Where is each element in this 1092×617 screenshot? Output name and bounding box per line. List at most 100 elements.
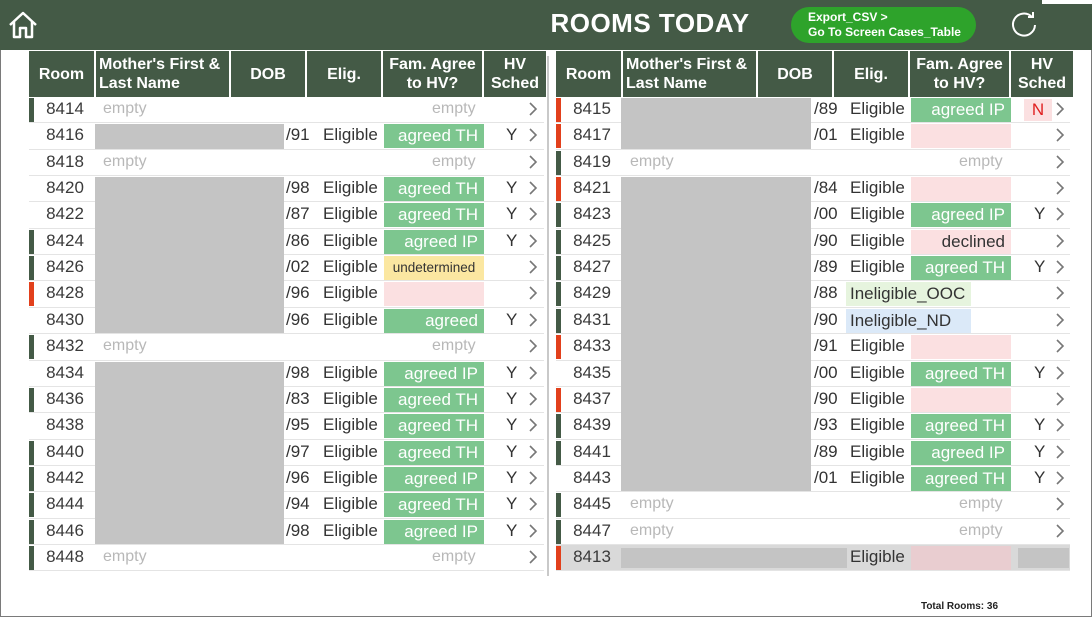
chevron-right-icon[interactable] — [526, 311, 540, 329]
room-number: 8431 — [573, 309, 611, 329]
chevron-right-icon[interactable] — [1053, 522, 1067, 540]
table-row[interactable]: 8447 empty empty — [556, 519, 1070, 545]
chevron-right-icon[interactable] — [1053, 469, 1067, 487]
chevron-right-icon[interactable] — [526, 126, 540, 144]
chevron-right-icon[interactable] — [1053, 153, 1067, 171]
hv-sched-value: Y — [506, 467, 518, 487]
chevron-right-icon[interactable] — [526, 416, 540, 434]
table-row[interactable]: 8418 empty empty — [29, 150, 544, 177]
chevron-right-icon[interactable] — [1053, 284, 1067, 302]
fam-agree-status — [911, 124, 1011, 149]
room-number: 8425 — [573, 230, 611, 250]
col-elig: Elig. — [307, 51, 383, 97]
table-row[interactable]: 8419 empty empty — [556, 150, 1070, 177]
chevron-right-icon[interactable] — [526, 548, 540, 566]
eligibility-value: Eligible — [850, 388, 905, 408]
chevron-right-icon[interactable] — [1053, 311, 1067, 329]
refresh-icon[interactable] — [1008, 8, 1040, 40]
room-number: 8432 — [46, 336, 84, 356]
room-number: 8442 — [46, 467, 84, 487]
hv-sched-value: Y — [1034, 441, 1046, 461]
eligibility-value: Eligible — [323, 257, 378, 277]
col-room: Room — [29, 51, 96, 97]
col-mother: Mother's First & Last Name — [623, 51, 758, 97]
chevron-right-icon[interactable] — [526, 284, 540, 302]
chevron-right-icon[interactable] — [526, 100, 540, 118]
status-marker — [556, 98, 561, 122]
chevron-right-icon[interactable] — [526, 522, 540, 540]
chevron-right-icon[interactable] — [526, 495, 540, 513]
total-rooms-label: Total Rooms: 36 — [920, 601, 998, 612]
eligibility-value: Eligible — [850, 546, 905, 566]
room-number: 8422 — [46, 204, 84, 224]
fam-agree-status: agreed — [384, 308, 484, 333]
status-marker — [29, 335, 34, 360]
room-number: 8424 — [46, 230, 84, 250]
fam-agree-status: undetermined — [384, 256, 484, 281]
room-number: 8444 — [46, 494, 84, 514]
status-marker — [556, 545, 561, 570]
hv-sched-value: Y — [506, 204, 518, 224]
table-row[interactable]: 8413 Eligible — [556, 544, 1070, 572]
chevron-right-icon[interactable] — [526, 469, 540, 487]
chevron-right-icon[interactable] — [526, 153, 540, 171]
empty-name-placeholder: empty — [630, 495, 674, 513]
hv-sched-value: Y — [506, 230, 518, 250]
hv-sched-value: Y — [1034, 415, 1046, 435]
go-to-cases-table-label: Go To Screen Cases_Table — [808, 25, 961, 39]
chevron-right-icon[interactable] — [526, 258, 540, 276]
chevron-right-icon[interactable] — [1053, 337, 1067, 355]
redacted-name-block — [95, 177, 284, 334]
chevron-right-icon[interactable] — [526, 337, 540, 355]
chevron-right-icon[interactable] — [1053, 179, 1067, 197]
room-number: 8439 — [573, 415, 611, 435]
chevron-right-icon[interactable] — [1053, 232, 1067, 250]
dob-value: /91 — [286, 125, 310, 145]
chevron-right-icon[interactable] — [1053, 443, 1067, 461]
col-fam-agree: Fam. Agree to HV? — [383, 51, 484, 97]
empty-name-placeholder: empty — [103, 337, 147, 355]
status-marker — [556, 177, 561, 202]
redacted-name-block — [95, 361, 284, 544]
chevron-right-icon[interactable] — [526, 232, 540, 250]
status-marker — [29, 466, 34, 491]
home-icon[interactable] — [6, 8, 40, 42]
table-row[interactable]: 8448 empty empty — [29, 545, 544, 572]
chevron-right-icon[interactable] — [1053, 390, 1067, 408]
chevron-right-icon[interactable] — [526, 179, 540, 197]
table-row[interactable]: 8432 empty empty — [29, 334, 544, 361]
dob-value: /98 — [286, 178, 310, 198]
chevron-right-icon[interactable] — [526, 364, 540, 382]
fam-agree-status — [911, 387, 1011, 412]
chevron-right-icon[interactable] — [1053, 205, 1067, 223]
chevron-right-icon[interactable] — [526, 443, 540, 461]
room-number: 8420 — [46, 178, 84, 198]
chevron-right-icon[interactable] — [1053, 126, 1067, 144]
chevron-right-icon[interactable] — [1053, 100, 1067, 118]
chevron-right-icon[interactable] — [526, 205, 540, 223]
chevron-right-icon[interactable] — [1053, 416, 1067, 434]
chevron-right-icon[interactable] — [1053, 364, 1067, 382]
empty-fam-placeholder: empty — [432, 337, 476, 355]
export-csv-label: Export_CSV > — [808, 10, 888, 24]
chevron-right-icon[interactable] — [1053, 258, 1067, 276]
room-number: 8436 — [46, 388, 84, 408]
hv-sched-value: Y — [506, 178, 518, 198]
hv-sched-value: Y — [506, 309, 518, 329]
room-number: 8428 — [46, 283, 84, 303]
chevron-right-icon[interactable] — [1053, 495, 1067, 513]
table-row[interactable]: 8414 empty empty — [29, 97, 544, 124]
col-dob: DOB — [231, 51, 307, 97]
room-number: 8434 — [46, 362, 84, 382]
chevron-right-icon[interactable] — [526, 390, 540, 408]
dob-value: /00 — [814, 204, 838, 224]
dob-value: /93 — [814, 415, 838, 435]
room-number: 8437 — [573, 388, 611, 408]
eligibility-value: Eligible — [850, 204, 905, 224]
hv-sched-value: Y — [506, 441, 518, 461]
col-hv-sched: HV Sched — [484, 51, 546, 97]
export-csv-button[interactable]: Export_CSV > Go To Screen Cases_Table — [791, 7, 976, 43]
table-row[interactable]: 8445 empty empty — [556, 492, 1070, 519]
redacted-name-block — [95, 124, 284, 149]
fam-agree-status: agreed TH — [911, 414, 1011, 439]
